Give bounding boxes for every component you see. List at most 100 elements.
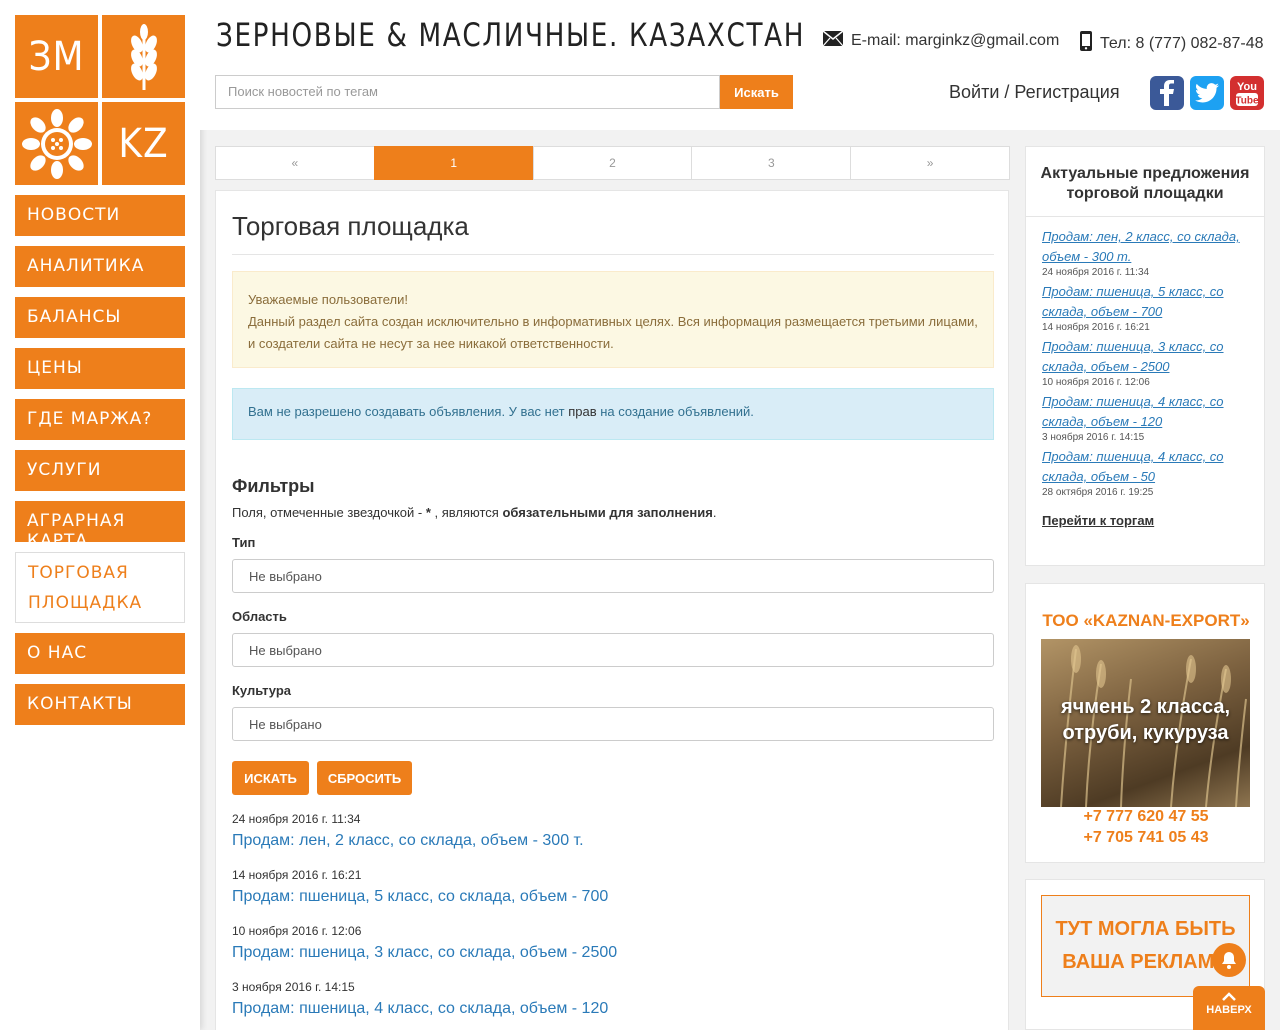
region-label: Область [232,609,287,624]
permission-text-post: на создание объявлений. [596,404,754,419]
nav-about[interactable]: О НАС [15,633,185,674]
filters-heading: Фильтры [232,476,315,496]
disclaimer-alert: Уважаемые пользователи! Данный раздел са… [232,271,994,368]
offer-item: Продам: пшеница, 5 класс, со склада, объ… [1042,282,1248,333]
disclaimer-heading: Уважаемые пользователи! [248,292,408,307]
required-note-mid: , являются [430,505,503,520]
offers-title: Актуальные предложения торговой площадки [1040,165,1250,202]
required-note-end: . [712,505,717,520]
email-text[interactable]: E-mail: marginkz@gmail.com [851,32,1059,50]
search-input[interactable]: Поиск новостей по тегам [215,75,720,109]
culture-label: Культура [232,683,292,698]
offer-link[interactable]: Продам: пшеница, 3 класс, со склада, объ… [1042,337,1248,377]
twitter-icon[interactable] [1190,76,1224,110]
page-1[interactable]: 1 [373,146,534,180]
site-title[interactable]: ЗЕРНОВЫЕ & МАСЛИЧНЫЕ. КАЗАХСТАН [216,16,805,54]
offer-item: Продам: лен, 2 класс, со склада, объем -… [1042,227,1248,278]
svg-text:You: You [1237,81,1257,93]
offer-item: Продам: пшеница, 3 класс, со склада, объ… [1042,337,1248,388]
mail-icon [822,30,844,51]
main-panel: Торговая площадка Уважаемые пользователи… [215,190,1009,1030]
listing-link[interactable]: Продам: пшеница, 5 класс, со склада, объ… [232,888,608,906]
offer-link[interactable]: Продам: пшеница, 4 класс, со склада, объ… [1042,447,1248,487]
ad-phone-1[interactable]: +7 777 620 47 55 [1026,808,1266,826]
ad-products: ячмень 2 класса, отруби, кукуруза [1060,696,1231,744]
disclaimer-text: Данный раздел сайта создан исключительно… [248,314,978,351]
ad-company: ТОО «KAZNAN-EXPORT» [1042,611,1250,630]
list-item: 10 ноября 2016 г. 12:06 Продам: пшеница,… [232,924,617,962]
phone-icon [1080,31,1092,56]
page-3[interactable]: 3 [691,146,852,180]
nav-news[interactable]: НОВОСТИ [15,195,185,236]
ad-banner[interactable]: ТОО «KAZNAN-EXPORT» ячмень 2 класса, отр… [1025,583,1265,863]
offer-link[interactable]: Продам: пшеница, 4 класс, со склада, объ… [1042,392,1248,432]
permission-text-pre: Вам не разрешено создавать объявления. У… [248,404,569,419]
contact-phone: Тел: 8 (777) 082-87-48 [1080,31,1264,56]
page-title: Торговая площадка [232,211,469,241]
main-nav: НОВОСТИ АНАЛИТИКА БАЛАНСЫ ЦЕНЫ ГДЕ МАРЖА… [15,195,185,735]
goto-trading-link[interactable]: Перейти к торгам [1042,513,1154,528]
page-prev[interactable]: « [215,146,375,180]
offers-panel: Актуальные предложения торговой площадки… [1025,146,1265,566]
search-button[interactable]: Искать [720,75,793,109]
nav-balances[interactable]: БАЛАНСЫ [15,297,185,338]
logo-cell-zm: ЗМ [15,15,98,98]
nav-agro-map[interactable]: АГРАРНАЯ КАРТА [15,501,185,551]
login-register-link[interactable]: Войти / Регистрация [949,82,1120,103]
listing-date: 10 ноября 2016 г. 12:06 [232,924,362,938]
offer-date: 14 ноября 2016 г. 16:21 [1042,322,1150,333]
offers-list: Продам: лен, 2 класс, со склада, объем -… [1026,217,1264,498]
type-select[interactable]: Не выбрано [232,559,994,593]
facebook-icon[interactable] [1150,76,1184,110]
youtube-icon[interactable]: You Tube [1230,76,1264,110]
sunflower-icon [15,102,98,185]
offer-date: 28 октября 2016 г. 19:25 [1042,487,1154,498]
offer-item: Продам: пшеница, 4 класс, со склада, объ… [1042,392,1248,443]
nav-prices[interactable]: ЦЕНЫ [15,348,185,389]
type-label: Тип [232,535,256,550]
list-item: 3 ноября 2016 г. 14:15 Продам: пшеница, … [232,980,608,1018]
logo-cell-kz: KZ [102,102,185,185]
listing-link[interactable]: Продам: пшеница, 4 класс, со склада, объ… [232,1000,608,1018]
divider [232,254,994,255]
phone-text[interactable]: Тел: 8 (777) 082-87-48 [1100,35,1264,53]
permission-alert: Вам не разрешено создавать объявления. У… [232,388,994,440]
offer-link[interactable]: Продам: лен, 2 класс, со склада, объем -… [1042,227,1248,267]
listing-date: 14 ноября 2016 г. 16:21 [232,868,362,882]
wheat-icon [102,15,185,98]
listing-link[interactable]: Продам: лен, 2 класс, со склада, объем -… [232,832,584,850]
svg-text:Tube: Tube [1235,96,1259,107]
offer-link[interactable]: Продам: пшеница, 5 класс, со склада, объ… [1042,282,1248,322]
filter-search-button[interactable]: ИСКАТЬ [232,761,309,795]
nav-analytics[interactable]: АНАЛИТИКА [15,246,185,287]
page-2[interactable]: 2 [532,146,693,180]
contact-email: E-mail: marginkz@gmail.com [822,30,1059,51]
notification-bell-icon[interactable] [1212,943,1246,977]
region-select[interactable]: Не выбрано [232,633,994,667]
required-note-pre: Поля, отмеченные звездочкой - [232,505,426,520]
offer-date: 24 ноября 2016 г. 11:34 [1042,267,1150,278]
permission-text-bold: прав [568,404,597,419]
page-next[interactable]: » [850,146,1010,180]
list-item: 24 ноября 2016 г. 11:34 Продам: лен, 2 к… [232,812,584,850]
ad-image: ячмень 2 класса, отруби, кукуруза [1041,639,1250,807]
nav-services[interactable]: УСЛУГИ [15,450,185,491]
listing-date: 3 ноября 2016 г. 14:15 [232,980,355,994]
pagination: « 1 2 3 » [215,146,1010,180]
back-to-top-label: НАВЕРХ [1206,1004,1252,1016]
culture-select[interactable]: Не выбрано [232,707,994,741]
offer-date: 3 ноября 2016 г. 14:15 [1042,432,1145,443]
filter-reset-button[interactable]: СБРОСИТЬ [317,761,412,795]
offer-date: 10 ноября 2016 г. 12:06 [1042,377,1150,388]
header: ЗЕРНОВЫЕ & МАСЛИЧНЫЕ. КАЗАХСТАН E-mail: … [200,0,1280,130]
required-note: Поля, отмеченные звездочкой - * , являют… [232,505,716,520]
nav-marketplace[interactable]: ТОРГОВАЯ ПЛОЩАДКА [15,552,185,623]
nav-margin[interactable]: ГДЕ МАРЖА? [15,399,185,440]
listing-date: 24 ноября 2016 г. 11:34 [232,812,361,826]
ad-phone-2[interactable]: +7 705 741 05 43 [1026,829,1266,847]
back-to-top-button[interactable]: НАВЕРХ [1193,986,1265,1030]
nav-contacts[interactable]: КОНТАКТЫ [15,684,185,725]
site-logo[interactable]: ЗМ KZ [15,15,185,185]
listing-link[interactable]: Продам: пшеница, 3 класс, со склада, объ… [232,944,617,962]
required-note-bold: обязательными для заполнения [502,505,713,520]
